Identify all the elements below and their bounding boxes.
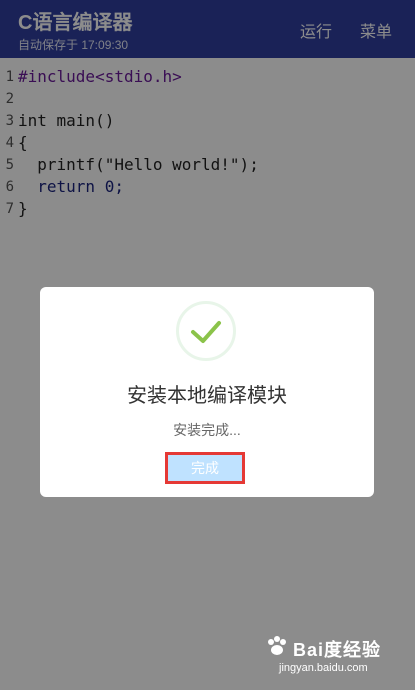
- watermark-url: jingyan.baidu.com: [279, 662, 368, 674]
- dialog-title: 安装本地编译模块: [127, 385, 287, 407]
- done-button-label: 完成: [191, 460, 219, 476]
- watermark-brand: Bai度经验: [293, 640, 382, 660]
- install-dialog: 安装本地编译模块 安装完成... 完成: [40, 287, 374, 497]
- paw-icon: [268, 636, 286, 655]
- done-button[interactable]: 完成: [165, 452, 245, 484]
- baidu-watermark: Bai度经验 jingyan.baidu.com: [265, 630, 405, 678]
- success-check-icon: [176, 301, 236, 361]
- dialog-message: 安装完成...: [173, 422, 241, 438]
